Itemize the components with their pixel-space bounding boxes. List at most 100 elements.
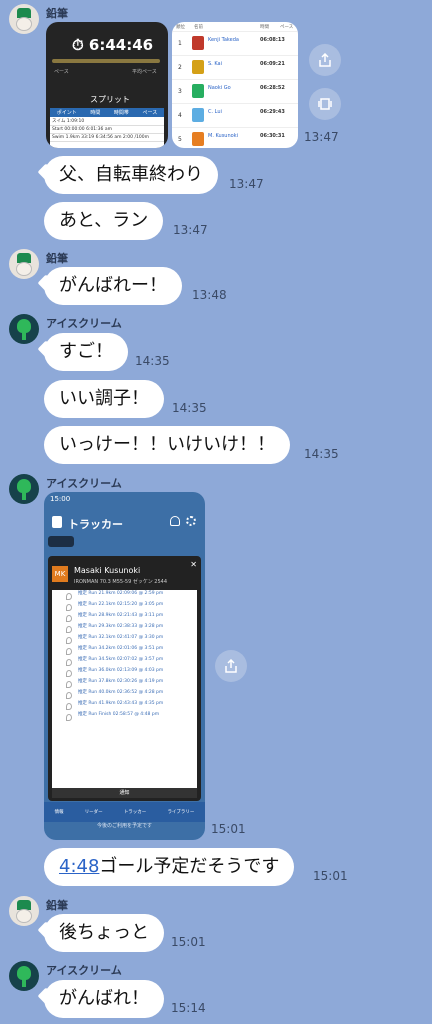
- list-item: 推定 Run 40.0km 02:36:52 @ 4:28 pm: [52, 689, 197, 700]
- athlete-name: Naoki Go: [208, 85, 231, 91]
- header-rank: 順位: [176, 25, 185, 30]
- share-button[interactable]: [215, 650, 247, 682]
- avatar-tree: [17, 479, 31, 493]
- close-icon[interactable]: ✕: [190, 560, 197, 569]
- bubble-tail: [37, 921, 55, 939]
- message-text: すご！: [59, 341, 113, 362]
- tab-leader[interactable]: リーダー: [85, 809, 103, 815]
- avatar-pencil[interactable]: [9, 4, 39, 34]
- athlete-badge: MK: [52, 566, 68, 582]
- table-row: Swim 1.9km 33:19 6:34:56 am 2:00 /100m: [50, 134, 164, 142]
- avatar-icecream[interactable]: [9, 314, 39, 344]
- message-text: がんばれ！: [59, 988, 149, 1009]
- image-tracker-screenshot[interactable]: 15:00 トラッカー MK Masaki Kusunoki IRONMAN 7…: [44, 492, 205, 840]
- header-name: 名前: [194, 25, 203, 30]
- rank: 4: [178, 112, 182, 119]
- bubble-tail: [37, 987, 55, 1005]
- message-time: 13:48: [192, 288, 227, 302]
- message-text: がんばれー！: [59, 275, 167, 296]
- bell-icon[interactable]: [170, 516, 180, 526]
- th: ペース: [142, 110, 158, 116]
- ranking-header: 順位 名前 時間 ペース: [172, 22, 298, 32]
- avatar-pencil[interactable]: [9, 896, 39, 926]
- avatar-face: [16, 262, 32, 276]
- th: 時間帯: [113, 110, 129, 116]
- athlete-panel: MK Masaki Kusunoki IRONMAN 70.3 M55-59 ゼ…: [48, 556, 201, 801]
- avatar-tree: [17, 319, 31, 333]
- rank: 2: [178, 64, 182, 71]
- status-time: 15:00: [50, 495, 71, 503]
- avatar-icecream[interactable]: [9, 474, 39, 504]
- bubble-tail: [37, 163, 55, 181]
- message-time: 14:35: [172, 401, 207, 415]
- avatar-tree: [17, 966, 31, 980]
- message-bubble[interactable]: あと、ラン: [44, 202, 164, 240]
- sender-name: アイスクリーム: [46, 477, 122, 490]
- header-time: 時間: [260, 25, 269, 30]
- th: 時間: [90, 110, 101, 116]
- ranking-row: 5 M. Kusunoki 06:30:31: [172, 128, 298, 148]
- avatar-trunk: [22, 492, 26, 500]
- sender-name: アイスクリーム: [46, 317, 122, 330]
- message-text: いっけー！！いけいけ！！: [59, 434, 275, 455]
- message-time: 13:47: [304, 130, 339, 144]
- avg-pace-label: 平均ペース: [132, 69, 157, 75]
- message-text: あと、ラン: [59, 210, 149, 231]
- time-link[interactable]: 4:48: [59, 856, 99, 877]
- tracker-title: トラッカー: [68, 518, 123, 531]
- message-time: 13:47: [173, 223, 208, 237]
- list-item: 推定 Run 28.9km 02:21:43 @ 3:11 pm: [52, 612, 197, 623]
- message-bubble[interactable]: いっけー！！いけいけ！！: [44, 426, 290, 464]
- message-text: 後ちょっと: [59, 922, 149, 943]
- athlete-photo: [192, 60, 204, 74]
- split-table: ポイント 時間 時間帯 ペース スイム 1:09:10 Start 00:00:…: [50, 108, 164, 148]
- panel-header: MK Masaki Kusunoki IRONMAN 70.3 M55-59 ゼ…: [48, 556, 201, 588]
- message-bubble[interactable]: 4:48ゴール予定だそうです: [44, 848, 295, 886]
- table-row: スイム 1:09:10: [50, 117, 164, 126]
- athlete-time: 06:29:43: [260, 109, 285, 115]
- sender-name: 鉛筆: [46, 252, 68, 265]
- home-icon: [52, 516, 62, 528]
- tab-bar: 情報 リーダー トラッカー ライブラリー: [44, 802, 205, 822]
- rank: 1: [178, 40, 182, 47]
- message-bubble[interactable]: いい調子！: [44, 380, 164, 418]
- avatar-trunk: [22, 332, 26, 340]
- athlete-photo: [192, 132, 204, 146]
- gear-icon[interactable]: [186, 516, 196, 526]
- image-ranking-screenshot[interactable]: 順位 名前 時間 ペース 1 Kenji Takeda 06:08:13 2 S…: [172, 22, 298, 148]
- list-item: 推定 Run 41.9km 02:43:43 @ 4:35 pm: [52, 700, 197, 711]
- header-pace: ペース: [280, 25, 294, 30]
- message-time: 15:14: [171, 1001, 206, 1015]
- rank: 5: [178, 136, 182, 143]
- athlete-photo: [192, 84, 204, 98]
- share-button[interactable]: [309, 44, 341, 76]
- notification-bar[interactable]: 通知: [52, 788, 197, 798]
- athlete-name: M. Kusunoki: [208, 133, 238, 139]
- avatar-face: [16, 17, 32, 31]
- message-bubble[interactable]: がんばれ！: [37, 980, 164, 1018]
- message-bubble[interactable]: 父、自転車終わり: [37, 156, 218, 194]
- athlete-name: Masaki Kusunoki: [74, 566, 141, 575]
- list-item: 推定 Run 32.1km 02:41:07 @ 3:30 pm: [52, 634, 197, 645]
- athlete-time: 06:30:31: [260, 133, 285, 139]
- tab-tracker[interactable]: トラッカー: [124, 809, 147, 815]
- avatar-pencil[interactable]: [9, 249, 39, 279]
- message-text: いい調子！: [59, 388, 149, 409]
- message-bubble[interactable]: がんばれー！: [37, 267, 182, 305]
- tab-library[interactable]: ライブラリー: [167, 809, 194, 815]
- split-list: 推定 Run 21.9km 02:09:06 @ 2:59 pm 推定 Run …: [52, 590, 197, 790]
- athlete-time: 06:28:52: [260, 85, 285, 91]
- sender-name: 鉛筆: [46, 899, 68, 912]
- message-bubble[interactable]: すご！: [37, 333, 128, 371]
- avatar-icecream[interactable]: [9, 961, 39, 991]
- message-time: 15:01: [171, 935, 206, 949]
- filter-chip[interactable]: [48, 536, 74, 547]
- tab-info[interactable]: 情報: [55, 809, 64, 815]
- list-item: 推定 Run 29.3km 02:38:33 @ 3:28 pm: [52, 623, 197, 634]
- image-watch-screenshot[interactable]: ⏱ 6:44:46 ペース 平均ペース スプリット ポイント 時間 時間帯 ペー…: [46, 22, 168, 148]
- bubble-tail: [37, 274, 55, 292]
- athlete-sub: IRONMAN 70.3 M55-59 ゼッケン 2544: [74, 579, 168, 585]
- message-bubble[interactable]: 後ちょっと: [37, 914, 164, 952]
- album-button[interactable]: [309, 88, 341, 120]
- list-item: 推定 Run 21.9km 02:09:06 @ 2:59 pm: [52, 590, 197, 601]
